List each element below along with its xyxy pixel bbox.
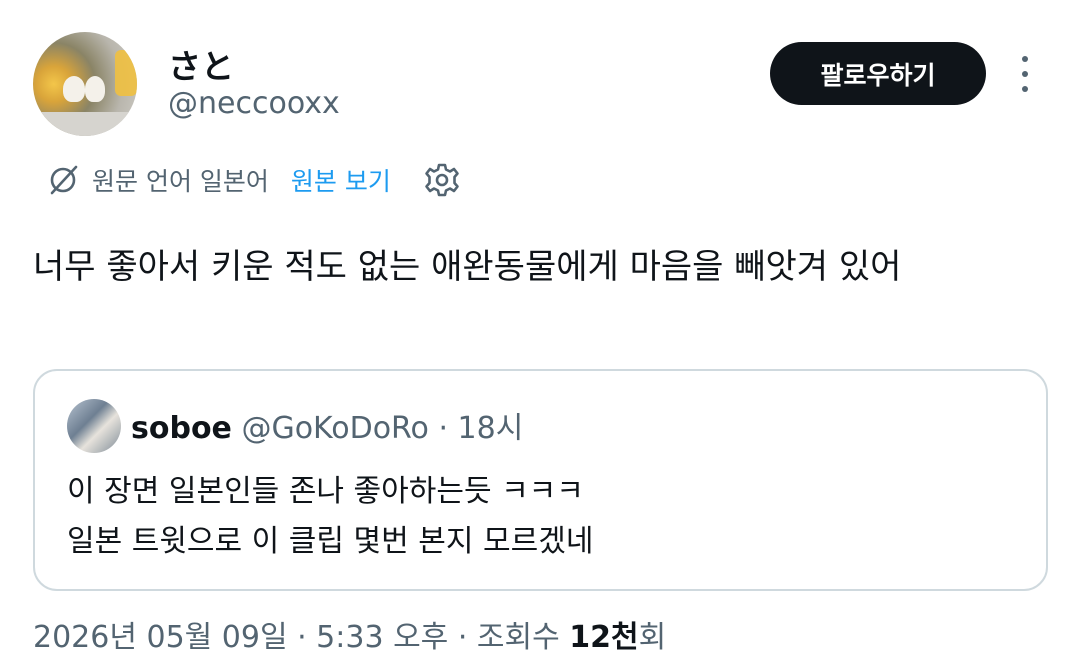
tweet-text: 너무 좋아서 키운 적도 없는 애완동물에게 마음을 빼앗겨 있어 [33, 247, 902, 287]
avatar-shelf [33, 112, 137, 136]
follow-button[interactable]: 팔로우하기 [770, 42, 986, 105]
gear-icon[interactable] [423, 161, 461, 199]
translation-bar: 원문 언어 일본어 원본 보기 [46, 160, 461, 200]
quote-display-name: soboe [131, 411, 232, 446]
translate-icon [50, 165, 78, 195]
author-display-name[interactable]: さと [168, 40, 234, 88]
quote-text-line: 이 장면 일본인들 존나 좋아하는듯 ㅋㅋㅋ [67, 474, 584, 509]
dot [1022, 56, 1028, 62]
quote-handle: @GoKoDoRo [241, 411, 429, 446]
quote-text-line: 일본 트윗으로 이 클립 몇번 본지 모르겠네 [67, 524, 594, 559]
avatar-figure [63, 76, 85, 102]
avatar-lamp [115, 50, 137, 96]
quote-tweet-card[interactable]: soboe @GoKoDoRo · 18시 이 장면 일본인들 존나 좋아하는듯… [33, 369, 1048, 591]
quote-separator: · [428, 411, 458, 446]
dot [1022, 71, 1028, 77]
translation-notice: 원문 언어 일본어 [92, 167, 269, 196]
view-count-suffix: 회 [638, 620, 667, 655]
tweet-timestamp: 2026년 05월 09일 · 5:33 오후 · 조회수 12천회 [33, 612, 666, 656]
view-count: 12천 [569, 620, 639, 655]
view-original-link[interactable]: 원본 보기 [291, 162, 391, 198]
quote-time: 18시 [457, 411, 524, 446]
avatar-figure [85, 76, 105, 102]
more-icon[interactable] [1014, 56, 1036, 92]
author-handle[interactable]: @neccooxx [168, 86, 340, 121]
author-avatar[interactable] [33, 32, 137, 136]
quote-text: 이 장면 일본인들 존나 좋아하는듯 ㅋㅋㅋ 일본 트윗으로 이 클립 몇번 본… [67, 467, 593, 567]
dot [1022, 86, 1028, 92]
tweet-date[interactable]: 2026년 05월 09일 · 5:33 오후 · 조회수 [33, 620, 569, 655]
quote-header: soboe @GoKoDoRo · 18시 [131, 403, 523, 447]
quote-author-avatar [67, 399, 121, 453]
